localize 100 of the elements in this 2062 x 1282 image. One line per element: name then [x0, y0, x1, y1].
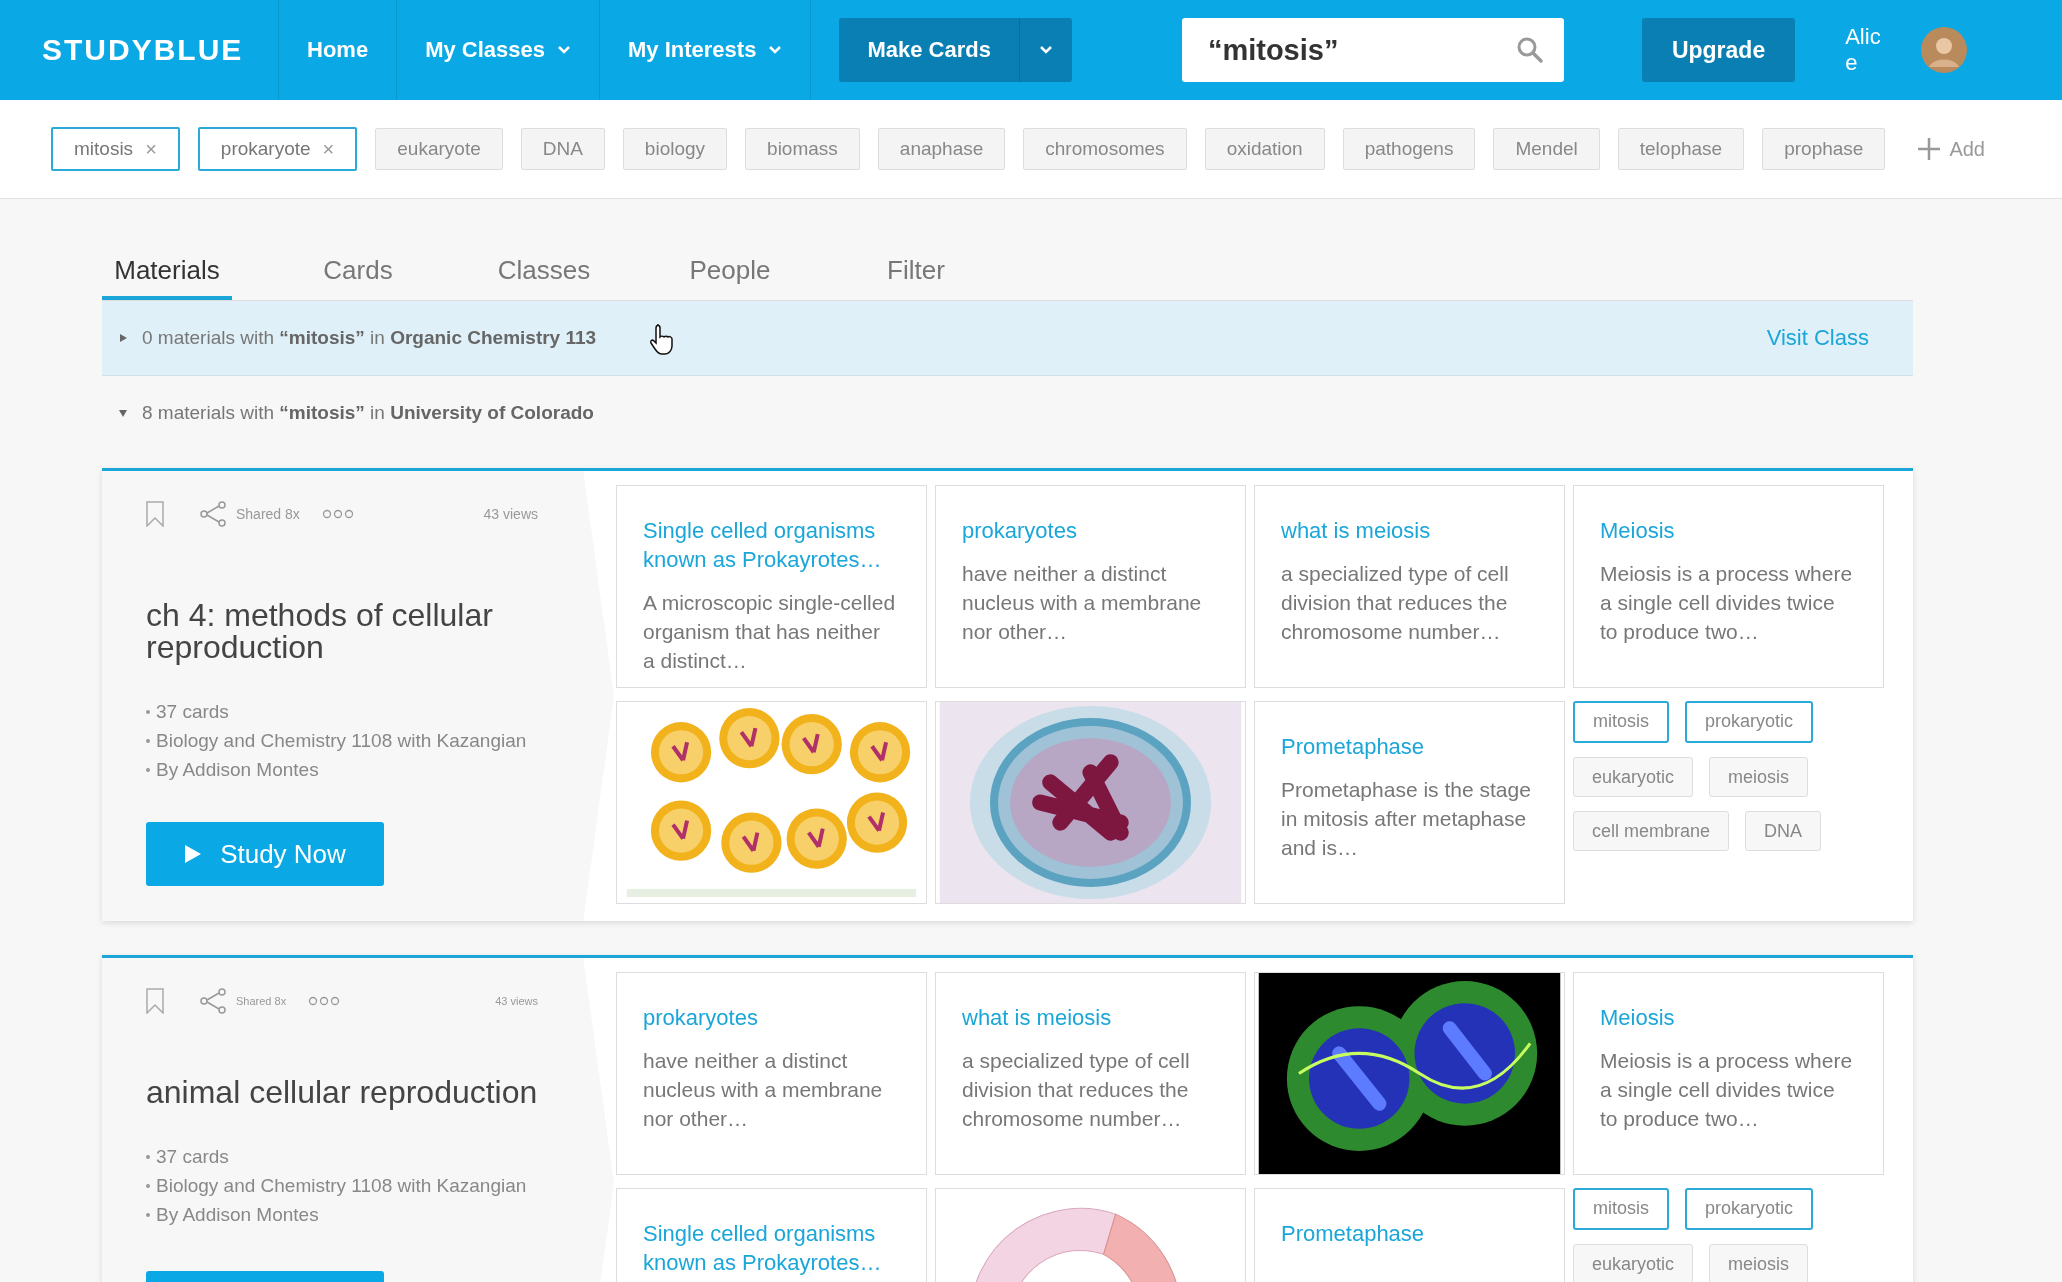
bullet-icon	[146, 738, 150, 743]
tag-chip[interactable]: Mendel	[1493, 128, 1600, 170]
group-label: 0 materials with “mitosis” in Organic Chemistry 113	[142, 327, 597, 349]
tab[interactable]: Cards	[298, 239, 418, 300]
more-icon	[321, 509, 354, 519]
view-count: 43 views	[495, 995, 538, 1007]
flashcard[interactable]: Meiosis Meiosis is a process where a single cell divides twice to produce two…	[1573, 972, 1884, 1175]
material-title[interactable]: animal cellular reproduction	[146, 1076, 566, 1108]
group-label: 8 materials with “mitosis” in University of Colorado	[142, 402, 594, 424]
card-term: prokaryotes	[643, 1004, 759, 1032]
material-detail: By Addison Montes	[156, 1203, 319, 1227]
dropdown-button[interactable]	[1018, 18, 1072, 82]
card-term: Prometaphase	[1281, 733, 1426, 761]
flashcard[interactable]: what is meiosis a specialized type of cell division that reduces the chromosome number…	[935, 972, 1246, 1175]
tag-chip[interactable]: mitosis	[1573, 1188, 1669, 1230]
card-definition: Meiosis is a process where a single cell divides twice to produce two…	[1600, 561, 1853, 645]
chevron-down-icon	[1038, 45, 1053, 55]
tag-chip[interactable]: DNA	[520, 128, 605, 170]
tag-chip[interactable]: meiosis	[1709, 1244, 1809, 1282]
flashcard[interactable]: what is meiosis a specialized type of cell division that reduces the chromosome number…	[1254, 485, 1565, 688]
card-definition: Meiosis is a process where a single cell divides twice to produce two…	[1600, 1048, 1853, 1132]
tag-chip[interactable]: eukaryote	[375, 128, 503, 170]
flashcard[interactable]: Single celled organisms known as Prokayrotes… A microscopic single-celled organism that has neither a distinct…	[616, 485, 927, 688]
search-field[interactable]: “mitosis”	[1181, 18, 1564, 82]
tag-chip[interactable]: biomass	[745, 128, 860, 170]
shared-count[interactable]: Shared 8x	[200, 988, 287, 1014]
group-row[interactable]: 0 materials with “mitosis” in Organic Chemistry 113 Visit Class	[102, 301, 1913, 376]
tag-chip[interactable]: meiosis	[1709, 757, 1809, 797]
more-icon	[308, 996, 341, 1006]
make-cards-button[interactable]: Make Cards	[839, 18, 1019, 82]
share-icon	[200, 501, 228, 527]
flashcard[interactable]: prokaryotes have neither a distinct nucleus with a membrane nor other…	[616, 972, 927, 1175]
card-definition: Prometaphase is the stage in mitosis after metaphase and is…	[1281, 777, 1532, 861]
card-term: Single celled organisms known as Prokayrotes…	[643, 517, 883, 574]
remove-icon[interactable]: ×	[322, 137, 335, 161]
material-detail: Biology and Chemistry 1108 with Kazangian	[156, 729, 527, 753]
flashcard[interactable]: Single celled organisms known as Prokayrotes…	[616, 1188, 927, 1282]
add-tag-button[interactable]: Add	[1917, 137, 1985, 161]
material-detail: By Addison Montes	[156, 758, 319, 782]
tag-chip[interactable]: prokaryotic	[1685, 701, 1814, 743]
tag-chip[interactable]: prokaryotic	[1685, 1188, 1814, 1230]
tag-chip[interactable]: mitosis ×	[51, 127, 180, 171]
bullet-icon	[146, 1183, 150, 1188]
tag-chip[interactable]: eukaryotic	[1573, 757, 1694, 797]
tag-chip[interactable]: oxidation	[1204, 128, 1325, 170]
card-term: Prometaphase	[1281, 1220, 1426, 1248]
tag-chip[interactable]: anaphase	[877, 128, 1006, 170]
study-now-button[interactable]: Study Now	[146, 822, 384, 886]
flashcard[interactable]: Meiosis Meiosis is a process where a single cell divides twice to produce two…	[1573, 485, 1884, 688]
search-icon	[1515, 36, 1544, 64]
bullet-icon	[146, 767, 150, 772]
tab[interactable]: Filter	[856, 239, 976, 300]
chevron-down-icon	[557, 45, 571, 55]
tag-chip[interactable]: chromosomes	[1023, 128, 1187, 170]
tag-chip[interactable]: pathogens	[1342, 128, 1476, 170]
flashcard[interactable]: Prometaphase	[1254, 1188, 1565, 1282]
card-definition: a specialized type of cell division that reduces the chromosome number…	[1281, 561, 1510, 645]
card-definition: have neither a distinct nucleus with a membrane nor other…	[643, 1048, 884, 1132]
tab[interactable]: People	[670, 239, 790, 300]
tag-chip[interactable]: mitosis	[1573, 701, 1669, 743]
card-term: Single celled organisms known as Prokayrotes…	[643, 1220, 883, 1277]
card-term: what is meiosis	[962, 1004, 1113, 1032]
user-name[interactable]: Alice	[1845, 24, 1892, 76]
card-term: Meiosis	[1600, 517, 1676, 545]
chevron-down-icon	[768, 45, 783, 55]
material-detail: 37 cards	[156, 1145, 229, 1169]
card-definition: have neither a distinct nucleus with a membrane nor other…	[962, 561, 1203, 645]
view-count: 43 views	[483, 506, 538, 522]
avatar	[1921, 27, 1968, 73]
visit-class-link[interactable]: Visit Class	[1766, 325, 1869, 351]
tag-chip[interactable]: cell membrane	[1573, 811, 1730, 851]
bullet-icon	[146, 709, 150, 714]
tag-chip[interactable]: telophase	[1617, 128, 1745, 170]
material-detail: Biology and Chemistry 1108 with Kazangian	[156, 1174, 527, 1198]
share-icon	[200, 988, 228, 1014]
tag-chip[interactable]: prokaryote ×	[197, 127, 358, 171]
card-term: prokaryotes	[962, 517, 1078, 545]
flashcard[interactable]: Prometaphase Prometaphase is the stage in mitosis after metaphase and is…	[1254, 701, 1565, 904]
shared-count[interactable]: Shared 8x	[200, 501, 300, 527]
hand-cursor-icon	[649, 323, 675, 355]
tag-chip[interactable]: DNA	[1745, 811, 1822, 851]
play-icon	[184, 844, 203, 864]
tag-chip[interactable]: biology	[622, 128, 728, 170]
tab[interactable]: Classes	[484, 239, 604, 300]
card-term: what is meiosis	[1281, 517, 1432, 545]
bookmark-icon	[146, 501, 164, 527]
card-definition: a specialized type of cell division that reduces the chromosome number…	[962, 1048, 1191, 1132]
tag-chip[interactable]: eukaryotic	[1573, 1244, 1694, 1282]
flashcard[interactable]: prokaryotes have neither a distinct nucleus with a membrane nor other…	[935, 485, 1246, 688]
bullet-icon	[146, 1212, 150, 1217]
bookmark-icon	[146, 988, 164, 1014]
material-detail: 37 cards	[156, 700, 229, 724]
remove-icon[interactable]: ×	[145, 137, 157, 161]
bullet-icon	[146, 1154, 150, 1159]
material-title[interactable]: ch 4: methods of cellular reproduction	[146, 599, 526, 663]
upgrade-button[interactable]: Upgrade	[1641, 18, 1796, 82]
plus-icon	[1917, 137, 1942, 161]
card-definition: A microscopic single-celled organism that has neither a distinct…	[643, 590, 896, 674]
tag-chip[interactable]: prophase	[1762, 128, 1886, 170]
card-term: Meiosis	[1600, 1004, 1676, 1032]
